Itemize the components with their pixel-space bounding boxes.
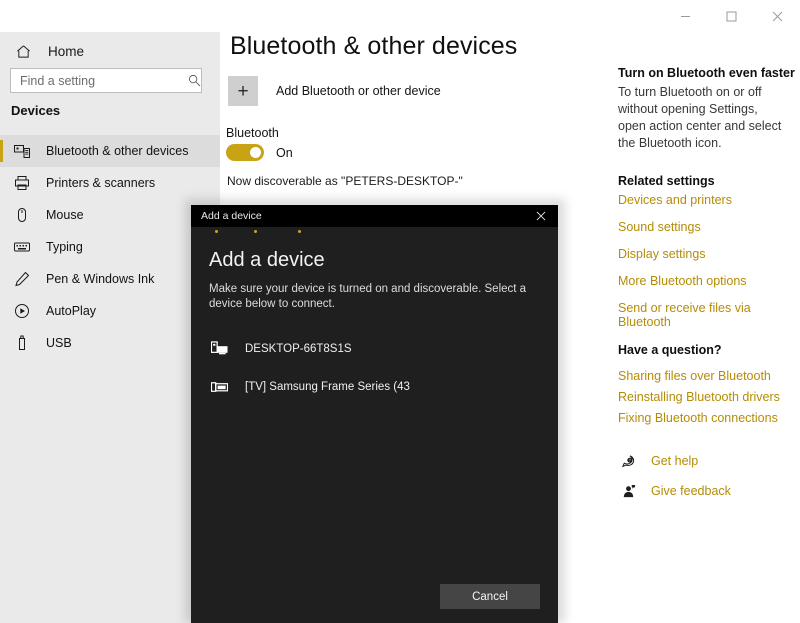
add-bluetooth-device-button[interactable]: + Add Bluetooth or other device [228,76,441,106]
device-name: [TV] Samsung Frame Series (43 [245,381,410,393]
tv-display-icon [209,377,229,397]
search-input[interactable] [11,69,187,92]
bluetooth-toggle[interactable] [226,144,264,161]
sidebar-item-label: Printers & scanners [46,176,156,190]
link-reinstalling-bluetooth-drivers[interactable]: Reinstalling Bluetooth drivers [618,390,798,404]
window-controls [662,0,800,32]
dialog-titlebar-text: Add a device [201,210,262,222]
mouse-icon [12,205,32,225]
link-sound-settings[interactable]: Sound settings [618,220,798,234]
give-feedback-row[interactable]: Give feedback [619,480,799,502]
give-feedback-label[interactable]: Give feedback [651,484,731,498]
bluetooth-toggle-row[interactable]: On [226,144,293,161]
toggle-knob [250,147,261,158]
link-fixing-bluetooth-connections[interactable]: Fixing Bluetooth connections [618,411,798,425]
feedback-person-icon [619,482,637,500]
settings-window: Settings Home Devices [0,0,800,623]
help-question-icon: ? [619,452,637,470]
tip-title: Turn on Bluetooth even faster [618,66,795,80]
discovered-device-list: DESKTOP-66T8S1S [TV] Samsung Frame Serie… [191,330,558,406]
question-links: Sharing files over Bluetooth Reinstallin… [618,369,798,432]
dialog-progress-dots [191,227,558,237]
help-links: ? Get help Give feedback [619,450,799,510]
sidebar-item-label: USB [46,336,72,350]
keyboard-icon [12,237,32,257]
progress-dot [215,230,218,233]
device-name: DESKTOP-66T8S1S [245,343,352,355]
sidebar-item-label: Typing [46,240,83,254]
bluetooth-devices-icon [12,141,32,161]
sidebar-item-bluetooth-other-devices[interactable]: Bluetooth & other devices [0,135,220,167]
sidebar-item-label: Mouse [46,208,84,222]
discoverable-status-text: Now discoverable as "PETERS-DESKTOP-" [227,174,463,188]
list-item[interactable]: [TV] Samsung Frame Series (43 [191,368,558,406]
sidebar-item-printers-scanners[interactable]: Printers & scanners [0,167,220,199]
maximize-icon [726,11,736,21]
close-button[interactable] [754,0,800,32]
page-title: Bluetooth & other devices [230,32,518,60]
add-bluetooth-device-label: Add Bluetooth or other device [276,84,441,98]
dialog-heading: Add a device [209,249,325,271]
autoplay-icon [12,301,32,321]
printer-icon [12,173,32,193]
link-display-settings[interactable]: Display settings [618,247,798,261]
minimize-button[interactable] [662,0,708,32]
link-send-receive-files[interactable]: Send or receive files via Bluetooth [618,301,798,329]
sidebar-item-label: Pen & Windows Ink [46,272,155,286]
have-a-question-title: Have a question? [618,343,722,357]
related-settings-links: Devices and printers Sound settings Disp… [618,193,798,342]
search-box[interactable] [10,68,202,93]
pen-icon [12,269,32,289]
sidebar-item-home-label: Home [48,43,85,59]
close-icon [772,11,782,21]
link-sharing-files-over-bluetooth[interactable]: Sharing files over Bluetooth [618,369,798,383]
tip-text: To turn Bluetooth on or off without open… [618,85,782,150]
search-icon[interactable] [187,69,201,92]
home-icon [12,40,34,62]
get-help-row[interactable]: ? Get help [619,450,799,472]
add-a-device-dialog: Add a device Add a device Make sure your… [191,205,558,623]
minimize-icon [680,15,690,17]
link-devices-and-printers[interactable]: Devices and printers [618,193,798,207]
dialog-close-button[interactable] [524,205,558,227]
maximize-button[interactable] [708,0,754,32]
sidebar-item-label: Bluetooth & other devices [46,144,189,158]
cancel-button[interactable]: Cancel [440,584,540,609]
get-help-label[interactable]: Get help [651,454,698,468]
close-icon [536,211,546,221]
sidebar-item-label: AutoPlay [46,304,97,318]
link-more-bluetooth-options[interactable]: More Bluetooth options [618,274,798,288]
list-item[interactable]: DESKTOP-66T8S1S [191,330,558,368]
progress-dot [254,230,257,233]
desktop-computer-icon [209,339,229,359]
bluetooth-toggle-state: On [276,145,293,160]
progress-dot [298,230,301,233]
sidebar-item-home[interactable]: Home [0,36,220,66]
window-titlebar [0,0,800,32]
usb-icon [12,333,32,353]
right-panel: Turn on Bluetooth even faster To turn Bl… [605,0,800,623]
dialog-titlebar: Add a device [191,205,558,227]
dialog-subtitle: Make sure your device is turned on and d… [209,283,527,310]
plus-icon: + [228,76,258,106]
sidebar-section-header: Devices [11,103,61,118]
bluetooth-section-label: Bluetooth [226,126,279,140]
related-settings-title: Related settings [618,174,715,188]
